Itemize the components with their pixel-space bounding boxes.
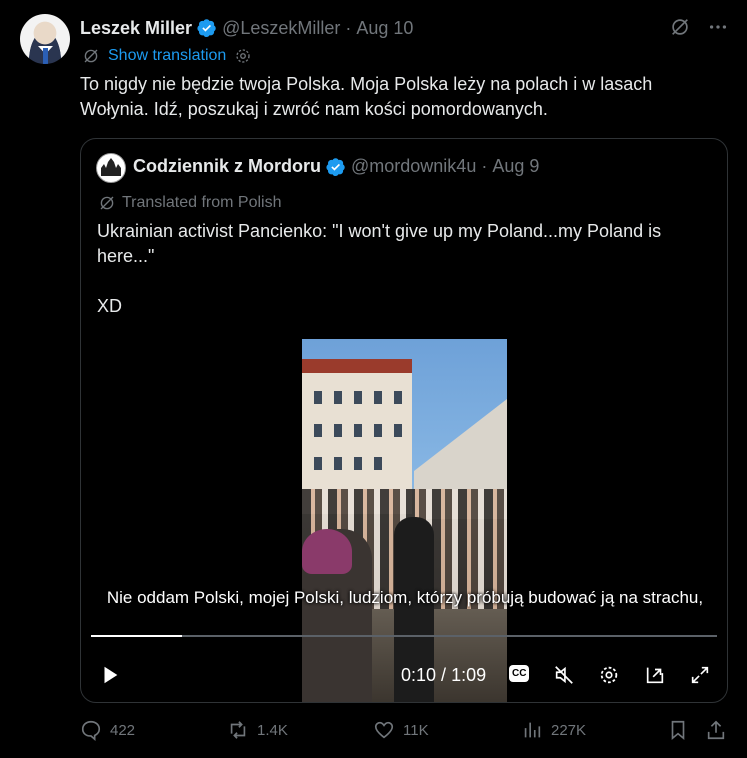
quote-text: Ukrainian activist Pancienko: "I won't g… (97, 221, 662, 316)
cc-icon[interactable]: CC (509, 665, 530, 682)
post-header: Leszek Miller @LeszekMiller · Aug 10 (80, 16, 413, 40)
author-handle[interactable]: @LeszekMiller (222, 18, 340, 39)
avatar-tie (43, 48, 48, 64)
quote-translated-row: Translated from Polish (98, 194, 281, 212)
translate-icon (84, 49, 98, 63)
quoted-post[interactable]: Codziennik z Mordoru @mordownik4u · Aug … (80, 138, 728, 703)
repost-icon (230, 721, 246, 739)
share-icon (707, 720, 725, 740)
post-date[interactable]: Aug 10 (356, 18, 413, 39)
action-bar: 422 1.4K 11K 227K (80, 719, 730, 745)
like-icon (374, 721, 394, 739)
translate-icon (100, 196, 114, 210)
window (314, 457, 322, 470)
window (354, 457, 362, 470)
window (334, 457, 342, 470)
fullscreen-icon[interactable] (689, 664, 711, 686)
video-thumbnail[interactable] (302, 339, 507, 702)
pip-icon[interactable] (644, 664, 666, 686)
author-name[interactable]: Leszek Miller (80, 18, 192, 39)
reply-count: 422 (110, 721, 136, 739)
author-avatar[interactable] (20, 14, 70, 64)
mute-icon[interactable] (553, 664, 575, 686)
like-count: 11K (403, 721, 429, 739)
video-progress-fill (91, 635, 182, 637)
video-progress-bar[interactable] (91, 635, 717, 637)
window (354, 424, 362, 437)
grok-icon[interactable] (669, 16, 691, 38)
share-button[interactable] (705, 719, 727, 741)
video-subtitle: Nie oddam Polski, mojej Polski, ludziom,… (106, 588, 704, 607)
current-time: 0:10 (401, 665, 437, 685)
window (334, 391, 342, 404)
verified-icon[interactable] (326, 157, 346, 177)
gear-icon[interactable] (598, 664, 620, 686)
quote-separator: · (481, 156, 488, 176)
verified-icon[interactable] (197, 18, 217, 38)
quote-avatar[interactable] (96, 153, 126, 183)
translate-row: Show translation (82, 47, 252, 65)
window (374, 424, 382, 437)
window (334, 424, 342, 437)
kremlin-logo-icon (101, 158, 121, 176)
bookmark-icon (671, 720, 685, 741)
window (354, 391, 362, 404)
play-icon[interactable] (99, 664, 121, 686)
cc-label: CC (509, 665, 530, 682)
views-button[interactable]: 227K (521, 719, 586, 741)
quote-author-handle[interactable]: @mordownik4u (351, 156, 476, 177)
window (374, 391, 382, 404)
bookmark-button[interactable] (667, 719, 689, 741)
window (374, 457, 382, 470)
time-separator: / (436, 665, 452, 685)
more-icon[interactable] (707, 16, 729, 38)
repost-count: 1.4K (257, 721, 288, 739)
quote-author-name[interactable]: Codziennik z Mordoru (133, 156, 321, 177)
quote-header: Codziennik z Mordoru @mordownik4u · Aug … (133, 156, 539, 177)
post-text: To nigdy nie będzie twoja Polska. Moja P… (80, 74, 653, 119)
window (314, 424, 322, 437)
video-time: 0:10 / 1:09 (401, 665, 486, 686)
like-button[interactable]: 11K (373, 719, 429, 741)
building-roof (302, 359, 412, 373)
show-translation-link[interactable]: Show translation (108, 47, 226, 65)
translated-from-label: Translated from Polish (122, 194, 282, 211)
settings-icon[interactable] (234, 47, 252, 65)
reply-button[interactable]: 422 (80, 719, 135, 741)
video-controls: 0:10 / 1:09 CC (81, 661, 727, 691)
header-separator: · (345, 17, 352, 38)
top-actions (669, 16, 729, 38)
duration: 1:09 (451, 665, 487, 685)
person-hair (302, 529, 352, 574)
window (394, 391, 402, 404)
quote-date[interactable]: Aug 9 (492, 156, 539, 177)
views-icon (524, 722, 541, 738)
window (314, 391, 322, 404)
window (394, 424, 402, 437)
view-count: 227K (551, 721, 587, 739)
reply-icon (81, 720, 101, 741)
repost-button[interactable]: 1.4K (227, 719, 288, 741)
